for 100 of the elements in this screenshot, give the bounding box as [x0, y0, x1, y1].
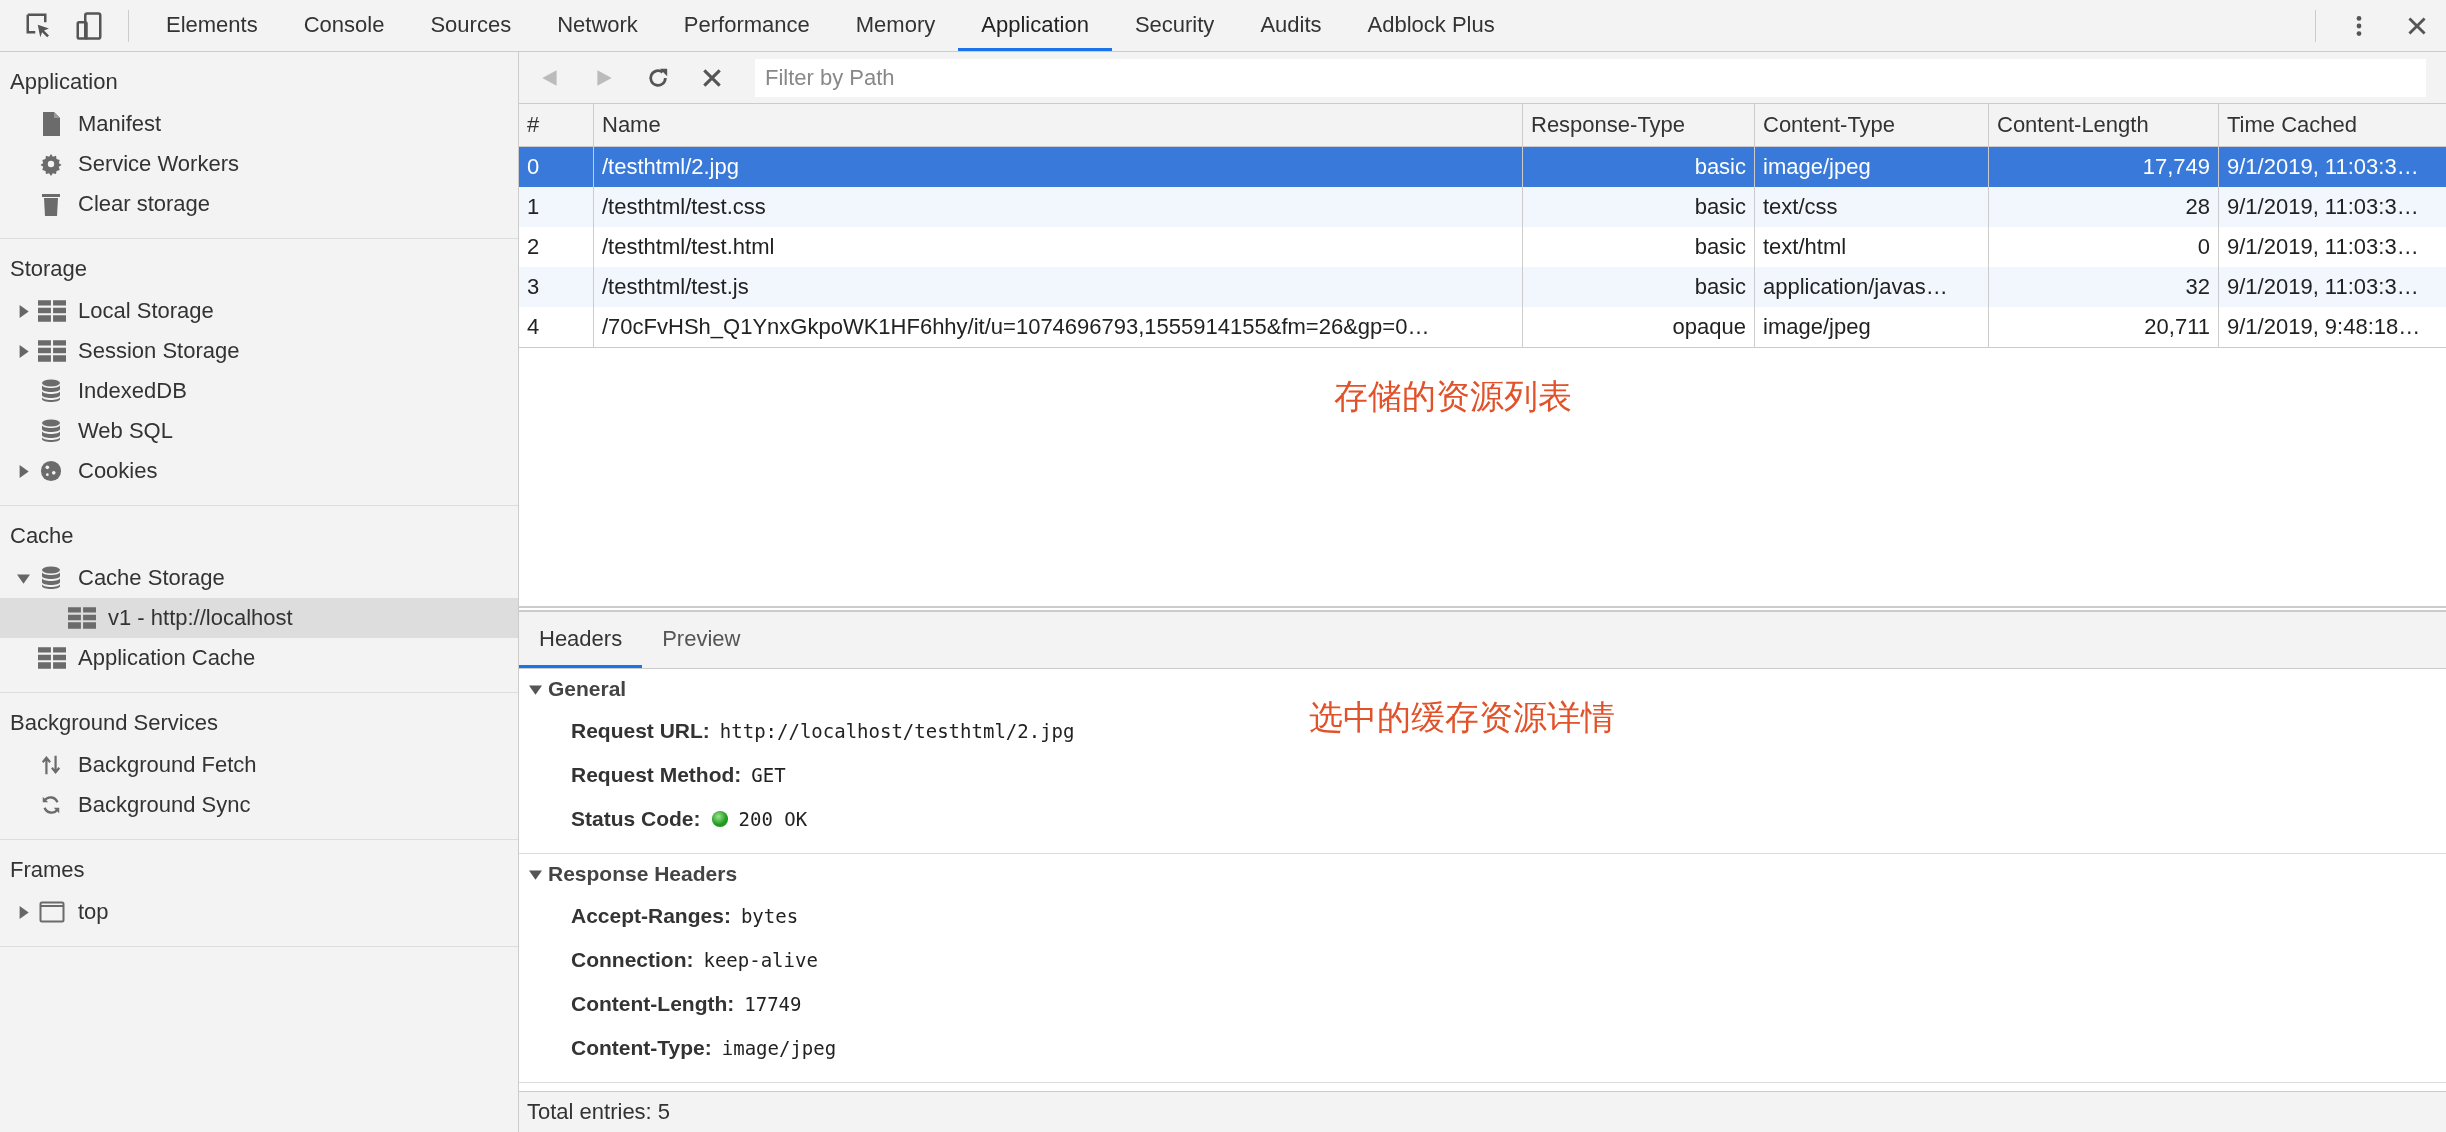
sidebar-item[interactable]: Background Sync	[0, 785, 518, 825]
table-cell: image/jpeg	[1754, 307, 1988, 347]
table-cell: 9/1/2019, 9:48:18…	[2218, 307, 2446, 347]
sidebar-item[interactable]: Web SQL	[0, 411, 518, 451]
disclosure-triangle-icon[interactable]	[17, 344, 30, 358]
table-cell: /70cFvHSh_Q1YnxGkpoWK1HF6hhy/it/u=1074696793,1555914155&fm=26&gp=0…	[593, 307, 1522, 347]
column-header[interactable]: Content-Length	[1988, 104, 2218, 147]
disclosure-triangle-icon[interactable]	[17, 905, 30, 919]
panel-tab[interactable]: Elements	[143, 0, 281, 51]
sidebar-item[interactable]: Application Cache	[0, 638, 518, 678]
database-icon	[40, 379, 62, 403]
sidebar-item[interactable]: top	[0, 892, 518, 932]
header-name: Request Method:	[571, 763, 742, 787]
table-cell: opaque	[1522, 307, 1754, 347]
table-cell: basic	[1522, 267, 1754, 307]
panel-tab[interactable]: Performance	[660, 0, 833, 51]
annotation-text: 存储的资源列表	[1333, 375, 1572, 418]
header-name: Connection:	[571, 948, 694, 972]
device-icon[interactable]	[74, 10, 104, 41]
section-header[interactable]: General	[519, 669, 627, 709]
table-cell: image/jpeg	[1754, 147, 1988, 187]
section-title: Background Services	[9, 709, 219, 737]
table-cell: basic	[1522, 147, 1754, 187]
table-cell: text/css	[1754, 187, 1988, 227]
table-cell: 3	[519, 267, 593, 307]
sidebar-item[interactable]: Local Storage	[0, 291, 518, 331]
sidebar-item[interactable]: Clear storage	[0, 184, 518, 224]
table-cell: /testhtml/test.js	[593, 267, 1522, 307]
status-dot-icon	[710, 810, 729, 828]
column-header[interactable]: Time Cached	[2218, 104, 2446, 147]
column-header[interactable]: Name	[593, 104, 1522, 147]
column-header[interactable]: #	[519, 104, 593, 147]
trash-icon	[40, 192, 62, 216]
document-icon	[40, 112, 62, 136]
header-value: image/jpeg	[721, 1037, 837, 1059]
detail-tab[interactable]: Headers	[519, 612, 643, 668]
sidebar-item[interactable]: Background Fetch	[0, 745, 518, 785]
sync-icon	[40, 793, 62, 817]
detail-tab[interactable]: Preview	[642, 612, 761, 668]
header-value: 200 OK	[738, 808, 808, 830]
panel-tab[interactable]: Security	[1111, 0, 1238, 51]
sidebar-item[interactable]: Cache Storage	[0, 558, 518, 598]
header-name: Content-Length:	[571, 992, 735, 1016]
sidebar-item[interactable]: Manifest	[0, 104, 518, 144]
table-cell: 9/1/2019, 11:03:3…	[2218, 147, 2446, 187]
table-cell: basic	[1522, 187, 1754, 227]
panel-tab[interactable]: Console	[280, 0, 408, 51]
section-title: Application	[9, 68, 119, 96]
table-cell: 17,749	[1988, 147, 2218, 187]
panel-tab[interactable]: Memory	[832, 0, 959, 51]
panel-tab[interactable]: Sources	[407, 0, 535, 51]
cookie-icon	[40, 459, 62, 483]
grid-icon	[38, 300, 66, 322]
section-title: Frames	[9, 856, 86, 884]
header-value: GET	[751, 764, 786, 786]
header-value: http://localhost/testhtml/2.jpg	[719, 720, 1075, 742]
clear-icon[interactable]	[701, 66, 723, 89]
table-cell: /testhtml/test.css	[593, 187, 1522, 227]
table-cell: 9/1/2019, 11:03:3…	[2218, 267, 2446, 307]
table-cell: 32	[1988, 267, 2218, 307]
table-cell: application/javas…	[1754, 267, 1988, 307]
disclosure-triangle-icon[interactable]	[17, 304, 30, 318]
header-value: bytes	[740, 905, 799, 927]
grid-icon	[68, 607, 96, 629]
refresh-icon[interactable]	[647, 66, 669, 89]
header-name: Request URL:	[571, 719, 710, 743]
table-cell: 20,711	[1988, 307, 2218, 347]
section-title: Storage	[9, 255, 89, 283]
database-icon	[40, 419, 62, 443]
up-down-arrows-icon	[40, 753, 62, 777]
sidebar-item[interactable]: IndexedDB	[0, 371, 518, 411]
sidebar-item[interactable]: Service Workers	[0, 144, 518, 184]
table-cell: 9/1/2019, 11:03:3…	[2218, 187, 2446, 227]
grid-icon	[38, 647, 66, 669]
grid-icon	[38, 340, 66, 362]
sidebar-item[interactable]: Cookies	[0, 451, 518, 491]
sidebar-item[interactable]: Session Storage	[0, 331, 518, 371]
header-name: Accept-Ranges:	[571, 904, 731, 928]
header-name: Status Code:	[571, 807, 701, 831]
column-header[interactable]: Response-Type	[1522, 104, 1754, 147]
table-cell-text: 2	[526, 233, 541, 261]
header-name: Content-Type:	[571, 1036, 712, 1060]
window-frame-icon	[38, 901, 66, 923]
sidebar-item[interactable]: v1 - http://localhost	[0, 598, 518, 638]
database-icon	[40, 566, 62, 590]
table-cell: 1	[519, 187, 593, 227]
status-bar: Total entries: 5	[519, 1091, 2446, 1132]
disclosure-triangle-icon[interactable]	[17, 464, 30, 478]
section-title: Cache	[9, 522, 75, 550]
gear-icon	[40, 152, 62, 176]
column-header[interactable]: Content-Type	[1754, 104, 1988, 147]
annotation-text: 选中的缓存资源详情	[1309, 696, 1615, 739]
header-value: 17749	[744, 993, 802, 1015]
panel-tab[interactable]: Audits	[1237, 0, 1345, 51]
table-cell: 28	[1988, 187, 2218, 227]
section-header[interactable]: Response Headers	[519, 854, 738, 894]
panel-tab[interactable]: Adblock Plus	[1344, 0, 1518, 51]
panel-tab[interactable]: Network	[534, 0, 661, 51]
filter-field[interactable]: Filter by Path	[755, 58, 2426, 97]
header-value: keep-alive	[703, 949, 818, 971]
